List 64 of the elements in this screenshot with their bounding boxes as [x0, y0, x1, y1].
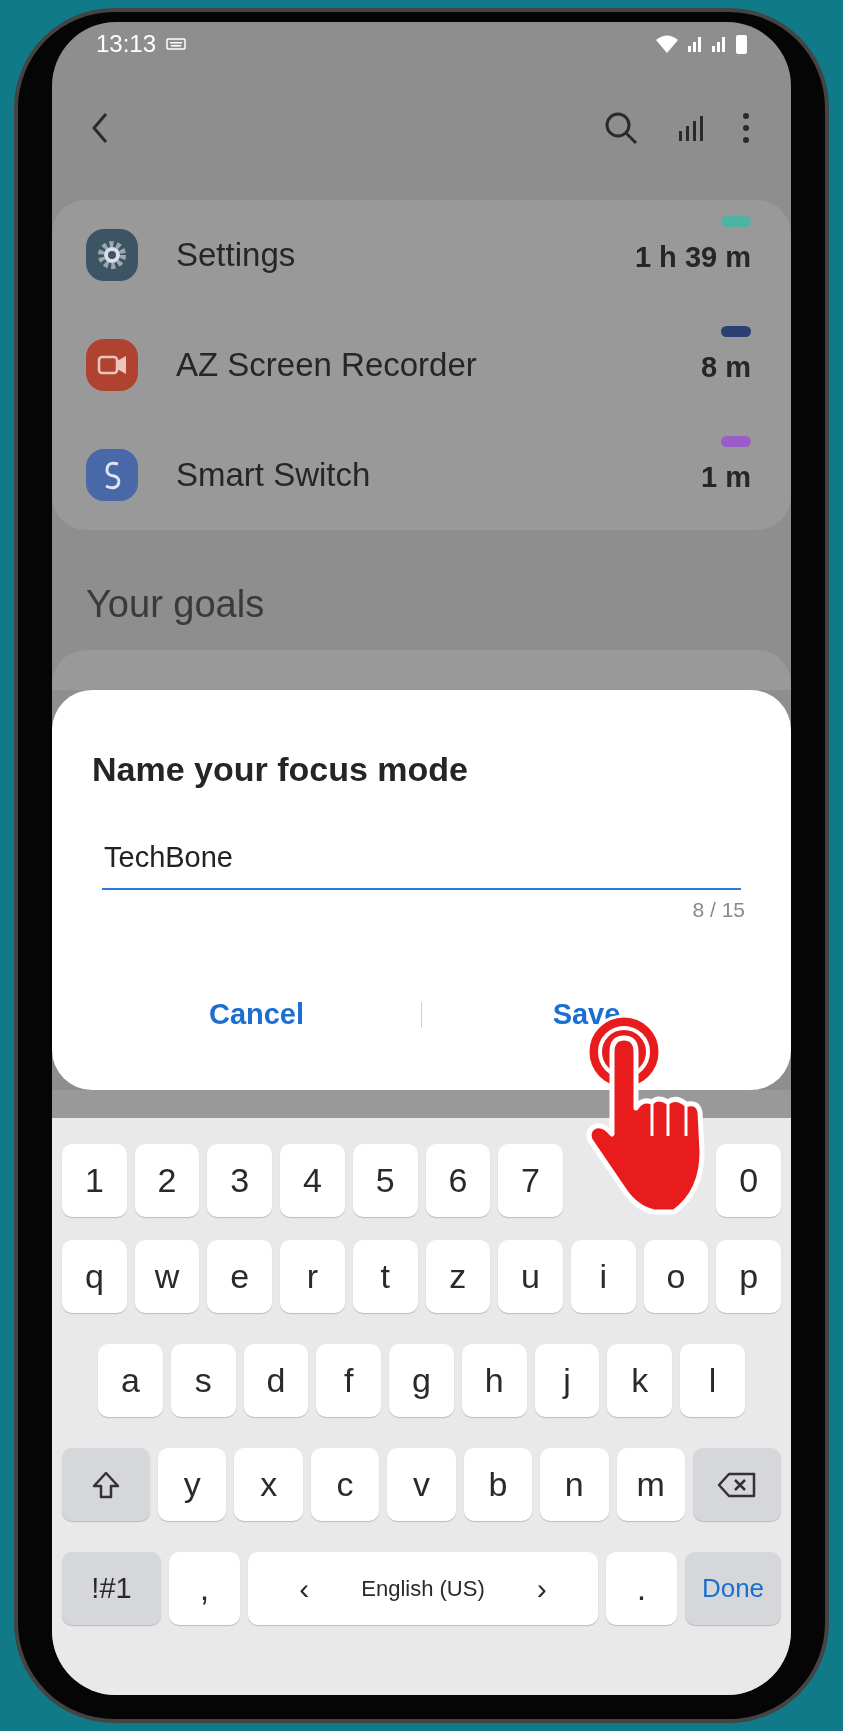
keyboard-key[interactable]: 2 — [134, 1144, 200, 1217]
keyboard-key[interactable]: , — [169, 1552, 240, 1625]
keyboard-key[interactable]: z — [425, 1240, 491, 1313]
keyboard-key[interactable]: 7 — [498, 1144, 563, 1217]
keyboard-key[interactable]: f — [316, 1344, 382, 1417]
keyboard-icon — [166, 38, 187, 50]
keyboard-key[interactable]: k — [607, 1344, 673, 1417]
keyboard-key[interactable]: w — [134, 1240, 200, 1313]
keyboard-key[interactable]: 0 — [716, 1144, 782, 1217]
keyboard-key[interactable]: o — [643, 1240, 709, 1313]
app-name: AZ Screen Recorder — [176, 346, 477, 384]
keyboard-key[interactable]: . — [606, 1552, 677, 1625]
keyboard-key[interactable]: t — [352, 1240, 418, 1313]
keyboard-key[interactable]: 4 — [280, 1144, 345, 1217]
keyboard-key[interactable]: s — [170, 1344, 236, 1417]
more-icon[interactable] — [741, 111, 751, 145]
keyboard-key[interactable]: l — [680, 1344, 746, 1417]
keyboard-key[interactable]: n — [540, 1448, 609, 1521]
keyboard-key[interactable]: 6 — [425, 1144, 491, 1217]
usage-time: 1 m — [701, 461, 751, 494]
keyboard-key[interactable]: 5 — [352, 1144, 418, 1217]
signal-icon — [712, 36, 726, 52]
space-bar[interactable]: ‹ English (US) › — [248, 1552, 598, 1625]
search-icon[interactable] — [603, 110, 639, 146]
camera-icon — [86, 339, 138, 391]
shift-icon — [91, 1469, 121, 1500]
wifi-icon — [656, 34, 678, 54]
app-name: Smart Switch — [176, 456, 371, 494]
status-time: 13:13 — [96, 30, 157, 58]
keyboard-key[interactable]: r — [280, 1240, 345, 1313]
keyboard-key[interactable]: g — [389, 1344, 454, 1417]
keyboard-key[interactable]: m — [616, 1448, 685, 1521]
usage-time: 8 m — [701, 351, 751, 384]
backspace-icon — [716, 1471, 757, 1498]
signal-icon — [688, 36, 702, 52]
keyboard-key[interactable]: d — [243, 1344, 309, 1417]
section-heading: Your goals — [85, 582, 266, 626]
gear-icon — [86, 229, 138, 281]
switch-icon — [86, 449, 138, 501]
keyboard-key[interactable]: c — [310, 1448, 380, 1521]
backspace-key[interactable] — [692, 1448, 781, 1521]
keyboard-key[interactable]: p — [716, 1240, 782, 1313]
keyboard-key[interactable]: v — [387, 1448, 456, 1521]
cancel-button[interactable]: Cancel — [92, 984, 421, 1045]
keyboard-key[interactable]: !#1 — [62, 1552, 161, 1625]
keyboard-key[interactable]: u — [498, 1240, 563, 1313]
keyboard-key[interactable]: i — [570, 1240, 636, 1313]
keyboard-key[interactable]: a — [98, 1344, 163, 1417]
keyboard-key[interactable]: j — [534, 1344, 600, 1417]
keyboard-key[interactable]: h — [461, 1344, 527, 1417]
name-input-field[interactable]: TechBone — [102, 841, 741, 890]
keyboard-key[interactable]: x — [234, 1448, 303, 1521]
keyboard-key[interactable]: e — [207, 1240, 273, 1313]
app-name: Settings — [176, 236, 296, 274]
keyboard-key[interactable]: 1 — [62, 1144, 127, 1217]
shift-key[interactable] — [62, 1448, 150, 1521]
dialog-title: Name your focus mode — [92, 750, 469, 789]
keyboard-key[interactable]: b — [463, 1448, 533, 1521]
character-counter: 8 / 15 — [692, 898, 745, 922]
keyboard-key[interactable]: 3 — [207, 1144, 273, 1217]
battery-icon — [736, 34, 747, 54]
keyboard-key[interactable]: q — [62, 1240, 127, 1313]
usage-time: 1 h 39 m — [634, 241, 751, 274]
keyboard-key[interactable]: y — [158, 1448, 227, 1521]
